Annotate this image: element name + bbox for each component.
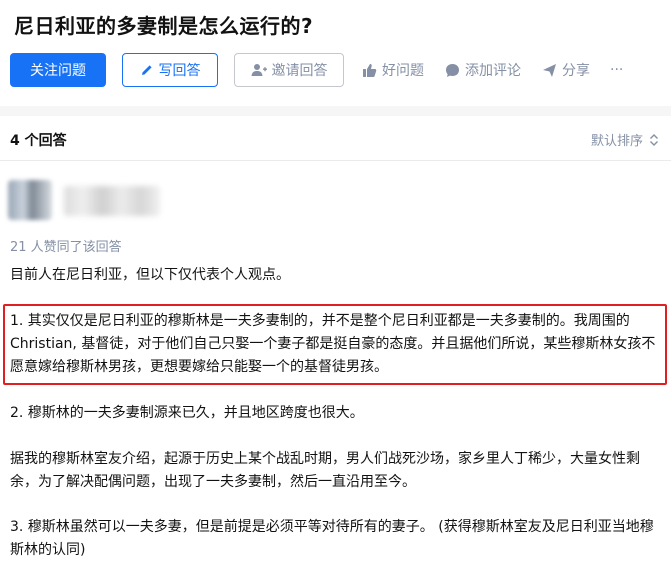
answer-paragraph: 3. 穆斯林虽然可以一夫多妻，但是前提是必须平等对待所有的妻子。 (获得穆斯林室…: [10, 519, 654, 558]
pencil-icon: [140, 63, 154, 77]
add-comment-label: 添加评论: [465, 63, 521, 79]
write-answer-label: 写回答: [158, 63, 201, 79]
share-button[interactable]: 分享: [542, 53, 590, 87]
share-label: 分享: [562, 63, 590, 79]
sort-arrows-icon: [649, 133, 659, 147]
answer-paragraph: 据我的穆斯林室友介绍，起源于历史上某个战乱时期，男人们战死沙场，家乡里人丁稀少，…: [10, 451, 640, 490]
answers-card: 4 个回答 默认排序 21 人赞同了该回答 目前人在尼日利亚，但以下仅代表个人观…: [0, 116, 671, 565]
thumbs-up-icon: [362, 63, 377, 78]
more-button[interactable]: ···: [610, 53, 623, 87]
answer-paragraph: 2. 穆斯林的一夫多妻制源来已久，并且地区跨度也很大。: [10, 405, 364, 421]
question-actions: 关注问题 写回答 邀请回答 好问题 添加评论 分享 ···: [10, 53, 671, 87]
sort-dropdown[interactable]: 默认排序: [591, 130, 659, 149]
more-label: ···: [610, 62, 624, 78]
answer-paragraph: 目前人在尼日利亚，但以下仅代表个人观点。: [10, 267, 290, 283]
invite-answer-label: 邀请回答: [271, 63, 328, 79]
add-comment-button[interactable]: 添加评论: [445, 53, 521, 87]
divider: [0, 160, 671, 161]
comment-icon: [445, 63, 460, 78]
follow-question-label: 关注问题: [30, 63, 86, 79]
answer-paragraph-highlighted: 1. 其实仅仅是尼日利亚的穆斯林是一夫多妻制的，并不是整个尼日利亚都是一夫多妻制…: [10, 313, 656, 375]
share-icon: [542, 63, 557, 78]
add-user-icon: [251, 63, 267, 77]
follow-question-button[interactable]: 关注问题: [10, 53, 106, 87]
sort-label: 默认排序: [590, 134, 643, 149]
question-title: 尼日利亚的多妻制是怎么运行的?: [14, 14, 314, 38]
good-question-button[interactable]: 好问题: [362, 53, 424, 87]
question-header: 尼日利亚的多妻制是怎么运行的? 关注问题 写回答 邀请回答 好问题 添加评论 分…: [0, 0, 671, 106]
author-name-blurred[interactable]: [64, 186, 160, 216]
good-question-label: 好问题: [382, 63, 424, 79]
avatar[interactable]: [8, 180, 52, 220]
vote-count: 21 人赞同了该回答: [10, 240, 122, 255]
write-answer-button[interactable]: 写回答: [122, 53, 218, 87]
answer-count: 4 个回答: [10, 133, 67, 149]
invite-answer-button[interactable]: 邀请回答: [234, 53, 344, 87]
